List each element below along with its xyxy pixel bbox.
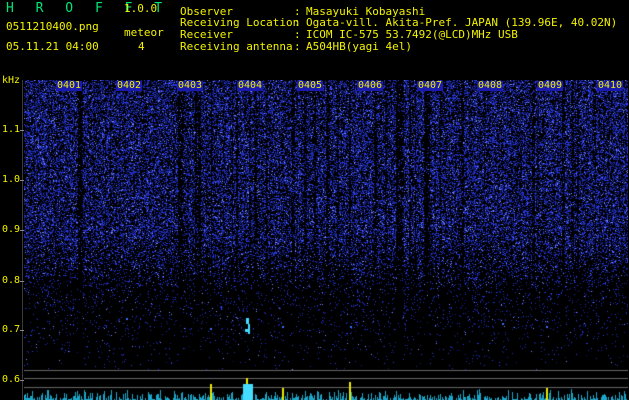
info-label: Receiver (180, 28, 233, 41)
info-receiver: Receiver: ICOM IC-575 53.7492(@LCD)MHz US… (180, 28, 518, 41)
freq-tick-mark (20, 130, 24, 131)
time-tick-label: 0401 (56, 80, 83, 91)
frequency-axis-line (22, 80, 23, 400)
frequency-unit-label: kHz (2, 75, 21, 86)
time-tick-label: 0405 (297, 80, 324, 91)
time-tick-label: 0402 (116, 80, 143, 91)
time-tick-label: 0408 (477, 80, 504, 91)
time-tick-label: 0403 (177, 80, 204, 91)
info-value: A504HB(yagi 4el) (306, 40, 412, 53)
meteor-count: 4 (138, 40, 145, 53)
time-tick-label: 0410 (597, 80, 624, 91)
freq-tick-mark (20, 380, 24, 381)
time-tick-label: 0406 (357, 80, 384, 91)
freq-tick-mark (20, 330, 24, 331)
meteor-label: meteor (124, 26, 164, 39)
freq-tick-label: 0.7 (2, 324, 21, 335)
freq-tick-mark (20, 180, 24, 181)
freq-tick-mark (20, 281, 24, 282)
info-label: Receiving antenna (180, 40, 293, 53)
file-name: 0511210400.png (6, 20, 99, 33)
info-antenna: Receiving antenna: A504HB(yagi 4el) (180, 40, 412, 53)
freq-tick-label: 0.9 (2, 224, 21, 235)
freq-tick-label: 0.8 (2, 275, 21, 286)
spectrogram (24, 80, 628, 400)
freq-tick-mark (20, 230, 24, 231)
info-location: Receiving Location: Ogata-vill. Akita-Pre… (180, 16, 618, 29)
freq-tick-label: 1.1 (2, 124, 21, 135)
freq-tick-label: 0.6 (2, 374, 21, 385)
observation-datetime: 05.11.21 04:00 (6, 40, 99, 53)
time-tick-label: 0407 (417, 80, 444, 91)
time-tick-label: 0409 (537, 80, 564, 91)
app-version: 1.0.0 (124, 2, 158, 15)
freq-tick-label: 1.0 (2, 174, 21, 185)
info-label: Receiving Location (180, 16, 300, 29)
time-tick-label: 0404 (237, 80, 264, 91)
